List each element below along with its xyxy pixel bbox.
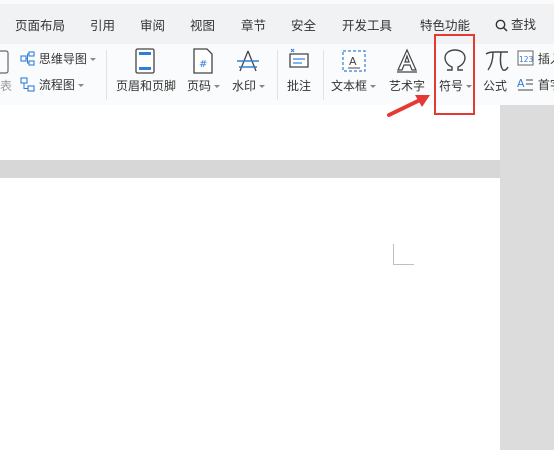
search-label: 查找 xyxy=(511,17,537,32)
wordart-icon xyxy=(397,48,417,73)
header-footer-label: 页眉和页脚 xyxy=(116,79,177,93)
svg-text:#: # xyxy=(199,59,207,70)
flowchart-icon xyxy=(20,77,35,92)
table-button-partial[interactable]: 表 xyxy=(0,44,14,105)
mindmap-icon xyxy=(20,51,35,66)
header-footer-button[interactable]: 页眉和页脚 xyxy=(114,44,178,105)
drop-cap-label: 首字 xyxy=(537,78,554,92)
mindmap-label: 思维导图 xyxy=(38,52,87,66)
separator xyxy=(277,50,278,100)
tab-review[interactable]: 审阅 xyxy=(140,15,165,34)
tab-page-layout[interactable]: 页面布局 xyxy=(15,15,65,34)
chevron-down-icon xyxy=(77,84,84,87)
tab-references[interactable]: 引用 xyxy=(90,15,115,34)
textbox-button[interactable]: A 文本框 xyxy=(330,44,380,105)
textbox-label: 文本框 xyxy=(331,79,368,93)
comment-icon xyxy=(289,48,309,68)
tab-sections[interactable]: 章节 xyxy=(241,15,266,34)
comment-button[interactable]: 批注 xyxy=(283,44,317,105)
comment-label: 批注 xyxy=(287,79,312,93)
tab-developer[interactable]: 开发工具 xyxy=(342,15,392,34)
right-margin-area xyxy=(500,105,554,450)
watermark-icon xyxy=(237,50,259,72)
svg-text:A: A xyxy=(517,77,525,90)
pointer-arrow-icon xyxy=(387,95,430,117)
tab-view[interactable]: 视图 xyxy=(190,15,215,34)
page-number-label-wrap: 页码 xyxy=(187,77,221,94)
tab-features[interactable]: 特色功能 xyxy=(420,15,470,34)
header-footer-icon xyxy=(135,48,155,74)
insert-number-label: 插入 xyxy=(537,52,554,66)
chevron-down-icon xyxy=(89,58,96,61)
separator xyxy=(106,50,107,100)
current-page[interactable] xyxy=(0,178,500,450)
watermark-label-wrap: 水印 xyxy=(232,77,266,94)
page-number-label: 页码 xyxy=(187,79,212,93)
page-number-icon: # xyxy=(193,48,213,74)
formula-button[interactable]: 公式 xyxy=(480,44,514,105)
chevron-down-icon xyxy=(259,85,266,88)
symbol-highlight-box xyxy=(434,34,475,115)
drop-cap-icon: A xyxy=(517,77,533,91)
insert-number-button[interactable]: 123 插入 xyxy=(517,50,554,67)
mindmap-button[interactable]: 思维导图 xyxy=(20,50,96,67)
chevron-down-icon xyxy=(214,85,221,88)
chevron-down-icon xyxy=(370,85,377,88)
textbox-label-wrap: 文本框 xyxy=(331,77,377,94)
flowchart-label: 流程图 xyxy=(38,78,75,92)
search-tab[interactable]: 查找 xyxy=(495,14,536,33)
svg-text:123: 123 xyxy=(519,55,534,64)
table-icon xyxy=(0,50,9,74)
separator xyxy=(323,50,324,100)
tab-bar-top-edge xyxy=(0,0,554,4)
search-icon xyxy=(495,19,508,32)
numbering-icon: 123 xyxy=(517,50,534,66)
margin-corner-mark xyxy=(393,244,414,265)
drop-cap-button[interactable]: A 首字 xyxy=(517,76,554,93)
textbox-icon: A xyxy=(342,50,366,72)
tab-security[interactable]: 安全 xyxy=(291,15,316,34)
page-number-button[interactable]: # 页码 xyxy=(184,44,224,105)
watermark-label: 水印 xyxy=(232,79,257,93)
table-label: 表 xyxy=(0,79,13,93)
pi-icon xyxy=(485,51,509,71)
svg-text:A: A xyxy=(349,55,357,68)
formula-label: 公式 xyxy=(483,79,508,93)
flowchart-button[interactable]: 流程图 xyxy=(20,76,84,93)
watermark-button[interactable]: 水印 xyxy=(229,44,271,105)
